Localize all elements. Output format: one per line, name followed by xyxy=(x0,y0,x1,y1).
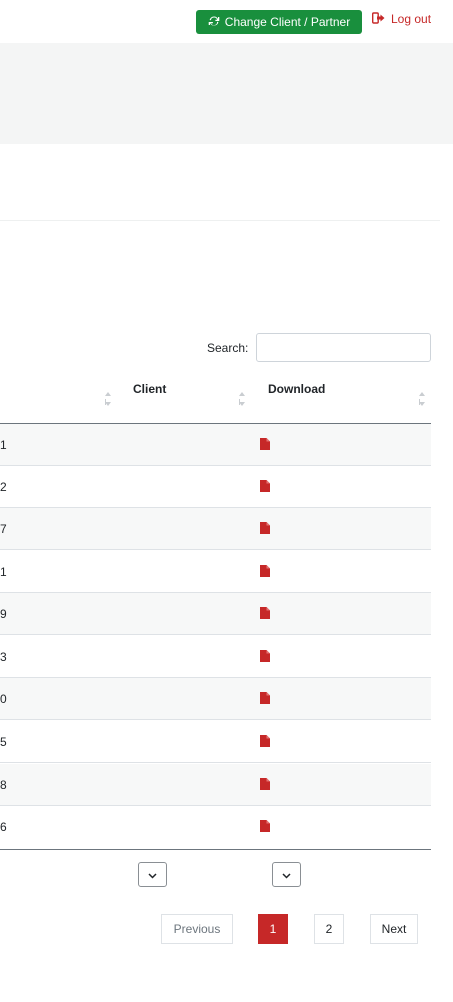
row-value: 3 xyxy=(0,650,7,664)
file-icon[interactable] xyxy=(260,650,270,662)
file-icon[interactable] xyxy=(260,820,270,832)
file-icon[interactable] xyxy=(260,522,270,534)
table-row: 1 xyxy=(0,551,431,593)
search-label: Search: xyxy=(207,341,249,355)
client-filter-select[interactable] xyxy=(138,862,167,887)
table-row: 0 xyxy=(0,678,431,720)
row-value: 2 xyxy=(0,480,7,494)
file-icon[interactable] xyxy=(260,438,270,450)
header-band xyxy=(0,43,453,144)
row-value: 6 xyxy=(0,820,7,834)
file-icon[interactable] xyxy=(260,565,270,577)
column-header-download[interactable]: Download xyxy=(268,382,325,396)
pagination-next[interactable]: Next xyxy=(370,914,418,944)
pagination-page-2[interactable]: 2 xyxy=(314,914,344,944)
pagination-page-1[interactable]: 1 xyxy=(258,914,288,944)
change-client-partner-button[interactable]: Change Client / Partner xyxy=(196,10,362,34)
file-icon[interactable] xyxy=(260,778,270,790)
logout-link[interactable]: Log out xyxy=(371,11,432,27)
row-value: 7 xyxy=(0,522,7,536)
file-icon[interactable] xyxy=(260,692,270,704)
table-row: 7 xyxy=(0,508,431,550)
chevron-down-icon xyxy=(282,868,291,882)
file-icon[interactable] xyxy=(260,480,270,492)
sort-icon[interactable] xyxy=(418,391,426,407)
column-header-client[interactable]: Client xyxy=(133,382,166,396)
table-row: 3 xyxy=(0,636,431,678)
table-row: 9 xyxy=(0,593,431,635)
row-value: 1 xyxy=(0,438,7,452)
chevron-down-icon xyxy=(148,868,157,882)
row-value: 1 xyxy=(0,565,7,579)
top-bar: Change Client / Partner Log out xyxy=(0,0,453,43)
divider xyxy=(0,220,440,221)
sort-icon[interactable] xyxy=(104,391,112,407)
pagination-previous[interactable]: Previous xyxy=(161,914,233,944)
row-value: 9 xyxy=(0,607,7,621)
sort-icon[interactable] xyxy=(238,391,246,407)
table-row: 5 xyxy=(0,721,431,763)
row-value: 5 xyxy=(0,735,7,749)
table-row: 6 xyxy=(0,806,431,848)
sign-out-icon xyxy=(371,11,385,27)
row-value: 8 xyxy=(0,778,7,792)
table-row: 2 xyxy=(0,466,431,508)
download-filter-select[interactable] xyxy=(272,862,301,887)
table-footer-border xyxy=(0,849,431,850)
logout-label: Log out xyxy=(391,12,432,26)
change-client-partner-label: Change Client / Partner xyxy=(224,15,351,29)
row-value: 0 xyxy=(0,692,7,706)
file-icon[interactable] xyxy=(260,735,270,747)
refresh-icon xyxy=(208,15,220,30)
table-row: 1 xyxy=(0,424,431,466)
table-row: 8 xyxy=(0,764,431,806)
file-icon[interactable] xyxy=(260,607,270,619)
search-input[interactable] xyxy=(256,333,431,362)
